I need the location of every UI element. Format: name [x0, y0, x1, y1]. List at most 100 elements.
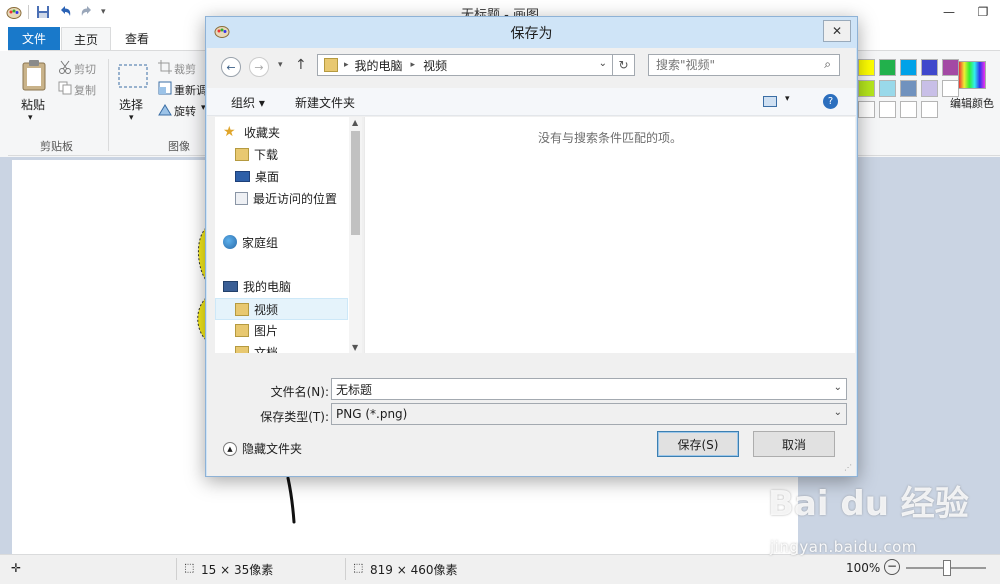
resize-icon[interactable]: [158, 81, 172, 95]
tab-home[interactable]: 主页: [61, 27, 111, 51]
search-input[interactable]: [656, 58, 816, 72]
paste-icon[interactable]: [20, 59, 48, 91]
scroll-down-icon[interactable]: ▼: [352, 343, 358, 352]
filetype-select[interactable]: PNG (*.png) ⌄: [331, 403, 847, 425]
color-swatch[interactable]: [921, 59, 938, 76]
chevron-down-icon[interactable]: ⌄: [834, 382, 842, 393]
clipboard-group-label: 剪贴板: [40, 140, 73, 153]
scroll-up-icon[interactable]: ▲: [352, 118, 358, 127]
nav-scrollbar[interactable]: ▲ ▼: [349, 117, 362, 353]
videos-folder-icon: [235, 302, 249, 316]
restore-icon[interactable]: ❐: [966, 0, 1000, 24]
cut-icon[interactable]: [58, 60, 72, 74]
color-swatch[interactable]: [858, 101, 875, 118]
nav-label: 家庭组: [242, 235, 279, 250]
view-options-icon[interactable]: [763, 96, 777, 107]
resize-button[interactable]: 重新调: [174, 82, 207, 98]
back-icon[interactable]: ←: [221, 57, 241, 77]
breadcrumb-videos[interactable]: 视频: [423, 57, 447, 74]
nav-desktop[interactable]: 桌面: [235, 165, 348, 187]
forward-icon[interactable]: →: [249, 57, 269, 77]
folder-icon: [324, 58, 338, 72]
homegroup-icon: [223, 235, 237, 249]
desktop-icon: [235, 170, 250, 182]
view-dropdown-icon[interactable]: ▾: [785, 94, 790, 104]
search-box[interactable]: ⌕: [648, 54, 840, 76]
recent-locations-icon[interactable]: ▾: [278, 60, 283, 70]
ribbon-separator: [108, 59, 109, 151]
edit-colors-button[interactable]: 编辑颜色: [950, 95, 994, 111]
nav-scrollbar-thumb[interactable]: [351, 131, 360, 235]
search-icon[interactable]: ⌕: [824, 57, 831, 72]
address-bar[interactable]: ▸ 我的电脑 ▸ 视频 ⌄: [317, 54, 613, 76]
select-icon[interactable]: [118, 64, 148, 90]
nav-computer[interactable]: 我的电脑: [223, 275, 356, 297]
dialog-body: ← → ▾ ↑ ▸ 我的电脑 ▸ 视频 ⌄ ↻ ⌕ 组织 ▾ 新建文件夹 ▾ ?: [207, 48, 856, 476]
image-group-label: 图像: [168, 140, 190, 153]
nav-videos[interactable]: 视频: [215, 298, 348, 320]
close-icon[interactable]: ✕: [823, 20, 851, 42]
chevron-down-icon[interactable]: ⌄: [599, 58, 607, 69]
tab-file[interactable]: 文件: [8, 27, 60, 51]
recent-places-icon: [235, 191, 248, 205]
empty-message: 没有与搜索条件匹配的项。: [537, 131, 682, 145]
filename-field[interactable]: 无标题 ⌄: [331, 378, 847, 400]
copy-icon[interactable]: [58, 81, 72, 95]
cancel-button[interactable]: 取消: [753, 431, 835, 457]
file-list-pane[interactable]: 没有与搜索条件匹配的项。: [364, 117, 855, 353]
watermark-url: jingyan.baidu.com: [770, 538, 917, 556]
chevron-down-icon[interactable]: ⌄: [834, 407, 842, 418]
hide-folders-toggle[interactable]: ▲ 隐藏文件夹: [223, 440, 302, 457]
paste-button[interactable]: 粘贴: [21, 96, 45, 113]
nav-favorites[interactable]: ★ 收藏夹: [223, 121, 356, 143]
color-swatch[interactable]: [858, 59, 875, 76]
command-bar: 组织 ▾ 新建文件夹 ▾ ?: [207, 88, 856, 116]
selection-size-icon: ⬚: [184, 561, 195, 574]
color-swatch[interactable]: [879, 59, 896, 76]
copy-button[interactable]: 复制: [74, 82, 96, 98]
nav-downloads[interactable]: 下载: [235, 143, 348, 165]
tab-view[interactable]: 查看: [113, 27, 161, 51]
watermark: Bai du 经验 jingyan.baidu.com: [768, 476, 993, 566]
save-button[interactable]: 保存(S): [657, 431, 739, 457]
crop-icon[interactable]: [158, 60, 172, 74]
organize-button[interactable]: 组织 ▾: [231, 94, 265, 111]
color-swatch[interactable]: [921, 101, 938, 118]
rotate-icon[interactable]: [158, 102, 172, 116]
status-separator: [176, 558, 177, 580]
nav-recent[interactable]: 最近访问的位置: [235, 187, 348, 209]
nav-documents[interactable]: 文档: [235, 341, 348, 353]
refresh-icon[interactable]: ↻: [613, 54, 635, 76]
resize-grip-icon[interactable]: ⋰: [844, 463, 852, 472]
breadcrumb-computer[interactable]: 我的电脑: [355, 57, 403, 74]
up-icon[interactable]: ↑: [295, 57, 307, 73]
navigation-pane: ★ 收藏夹 下载 桌面 最近访问的位置 家庭组 我的电脑 视频 图片 文档 ▲ …: [215, 117, 362, 353]
new-folder-button[interactable]: 新建文件夹: [295, 94, 355, 111]
minimize-icon[interactable]: —: [932, 0, 966, 24]
selection-size: 15 × 35像素: [201, 563, 274, 577]
color-swatch[interactable]: [900, 101, 917, 118]
select-button[interactable]: 选择: [119, 96, 143, 113]
filetype-label: 保存类型(T):: [260, 410, 329, 424]
nav-homegroup[interactable]: 家庭组: [223, 231, 356, 253]
image-size-icon: ⬚: [353, 561, 364, 574]
color-swatch[interactable]: [942, 59, 959, 76]
rotate-button[interactable]: 旋转: [174, 103, 196, 119]
nav-label: 视频: [254, 302, 279, 317]
color-swatch[interactable]: [858, 80, 875, 97]
color-swatch[interactable]: [879, 101, 896, 118]
color-swatch[interactable]: [900, 80, 917, 97]
help-icon[interactable]: ?: [823, 94, 838, 109]
nav-label: 收藏夹: [244, 125, 281, 140]
color-swatch[interactable]: [921, 80, 938, 97]
filename-value: 无标题: [336, 382, 373, 397]
color-swatch[interactable]: [879, 80, 896, 97]
nav-label: 桌面: [255, 169, 280, 184]
paste-dropdown-icon[interactable]: ▾: [28, 113, 33, 123]
crop-button[interactable]: 裁剪: [174, 61, 196, 77]
cut-button[interactable]: 剪切: [74, 61, 96, 77]
nav-pictures[interactable]: 图片: [235, 319, 348, 341]
edit-colors-icon[interactable]: [958, 61, 986, 89]
color-swatch[interactable]: [900, 59, 917, 76]
select-dropdown-icon[interactable]: ▾: [129, 113, 134, 123]
